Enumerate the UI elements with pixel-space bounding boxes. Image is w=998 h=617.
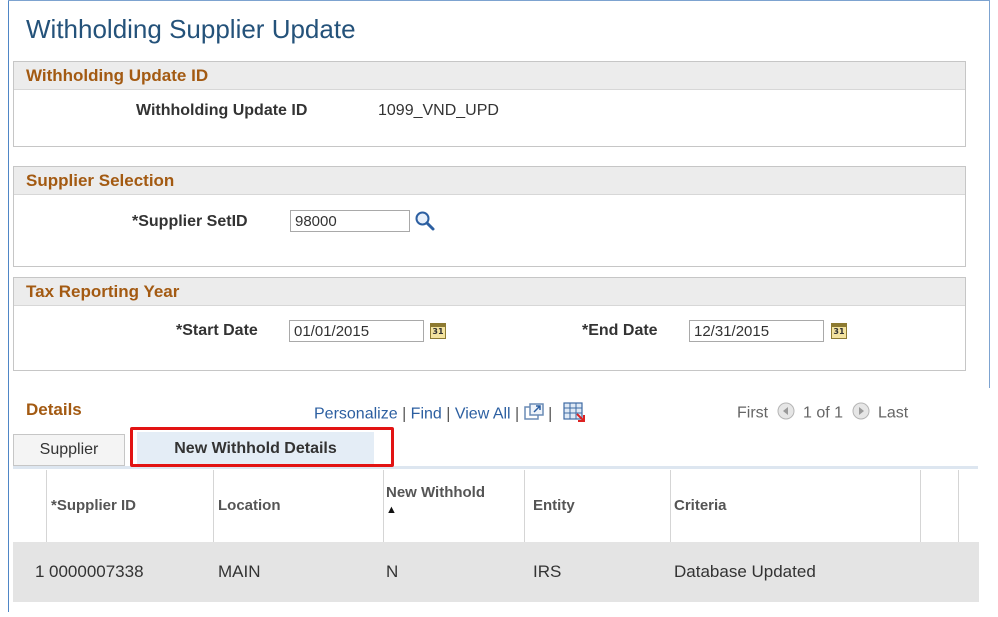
start-date-calendar-glyph: 31 — [432, 327, 444, 336]
page-frame-top — [8, 0, 990, 1]
start-date-input[interactable] — [289, 320, 424, 342]
last-label: Last — [877, 404, 909, 422]
tab-supplier[interactable]: Supplier — [13, 434, 125, 466]
table-row[interactable]: 1 0000007338 MAIN N IRS Database Updated — [13, 542, 979, 602]
cell-criteria: Database Updated — [674, 562, 816, 581]
row-count: 1 of 1 — [803, 404, 844, 422]
personalize-link[interactable]: Personalize — [314, 406, 398, 423]
start-date-label: *Start Date — [176, 322, 258, 339]
toolbar-separator: | — [446, 405, 451, 423]
toolbar-separator: | — [402, 405, 407, 423]
toolbar-separator: | — [515, 405, 520, 423]
column-header-supplier-id[interactable]: *Supplier ID — [51, 497, 136, 514]
page-frame-right — [989, 0, 990, 388]
tab-supplier-label: Supplier — [39, 441, 99, 458]
previous-arrow-icon[interactable] — [777, 402, 795, 425]
cell-supplier-id: 0000007338 — [49, 562, 144, 581]
column-divider — [524, 470, 525, 542]
cell-entity: IRS — [533, 562, 562, 581]
toolbar-separator: | — [548, 405, 553, 423]
column-header-entity[interactable]: Entity — [533, 497, 575, 514]
update-id-value: 1099_VND_UPD — [378, 102, 499, 119]
tax-year-header: Tax Reporting Year — [14, 278, 965, 306]
column-header-criteria[interactable]: Criteria — [674, 497, 727, 514]
end-date-label: *End Date — [582, 322, 658, 339]
supplier-selection-group: Supplier Selection *Supplier SetID — [13, 166, 966, 267]
sort-ascending-icon: ▲ — [386, 504, 397, 516]
column-divider — [383, 470, 384, 542]
grid-toolbar: Personalize | Find | View All | | — [314, 402, 585, 427]
cell-new-withhold: N — [386, 562, 399, 581]
end-date-calendar-glyph: 31 — [833, 327, 845, 336]
update-id-group-header: Withholding Update ID — [14, 62, 965, 90]
column-header-new-withhold[interactable]: New Withhold — [386, 484, 485, 501]
update-id-group-title: Withholding Update ID — [26, 66, 209, 85]
supplier-setid-input[interactable] — [290, 210, 410, 232]
start-date-calendar-icon[interactable]: 31 — [430, 323, 446, 339]
page-frame-left — [8, 0, 9, 612]
supplier-setid-label: *Supplier SetID — [132, 213, 248, 230]
column-divider — [213, 470, 214, 542]
supplier-selection-header: Supplier Selection — [14, 167, 965, 195]
column-divider — [670, 470, 671, 542]
row-number: 1 — [35, 562, 45, 581]
grid-pager: First 1 of 1 Last — [737, 402, 908, 425]
column-divider — [920, 470, 921, 542]
end-date-input[interactable] — [689, 320, 824, 342]
view-all-link[interactable]: View All — [455, 406, 511, 423]
page-title: Withholding Supplier Update — [26, 14, 356, 44]
find-link[interactable]: Find — [411, 406, 442, 423]
end-date-calendar-icon[interactable]: 31 — [831, 323, 847, 339]
download-grid-icon[interactable] — [563, 402, 585, 427]
search-icon[interactable] — [414, 210, 436, 232]
first-label: First — [737, 404, 769, 422]
column-divider — [958, 470, 959, 542]
cell-location: MAIN — [218, 562, 261, 581]
column-header-location[interactable]: Location — [218, 497, 281, 514]
grid-header-row: *Supplier ID Location New Withhold ▲ Ent… — [13, 470, 979, 543]
supplier-selection-title: Supplier Selection — [26, 171, 175, 190]
active-tab-highlight — [130, 427, 394, 467]
update-id-group: Withholding Update ID Withholding Update… — [13, 61, 966, 147]
new-window-icon[interactable] — [523, 403, 544, 426]
tax-year-title: Tax Reporting Year — [26, 282, 180, 301]
next-arrow-icon[interactable] — [852, 402, 870, 425]
update-id-label: Withholding Update ID — [136, 102, 308, 119]
column-divider — [46, 470, 47, 542]
details-title: Details — [26, 400, 82, 419]
tax-year-group: Tax Reporting Year *Start Date 31 *End D… — [13, 277, 966, 371]
